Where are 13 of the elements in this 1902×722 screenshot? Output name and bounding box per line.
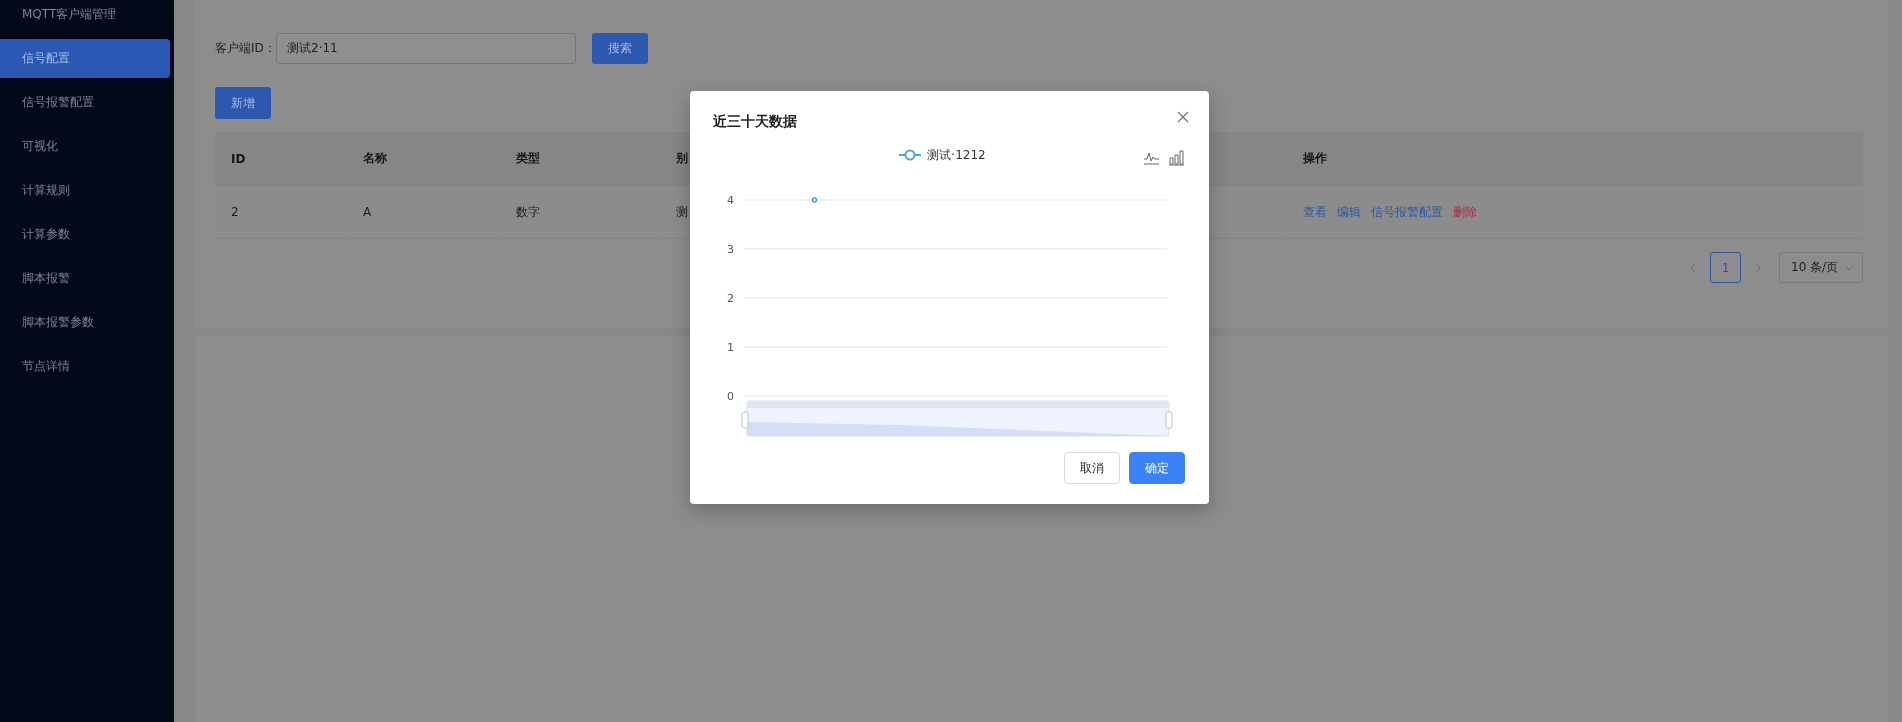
legend-label: 测试·1212 <box>927 146 986 164</box>
column-header: 名称 <box>347 132 500 186</box>
axis-label: 1 <box>727 341 734 354</box>
axis-label: 3 <box>727 243 734 256</box>
axis-label: 2 <box>727 292 734 305</box>
app-title: MQTT客户端管理 <box>21 6 118 23</box>
field-label: 客户端ID： <box>215 40 276 57</box>
column-header: ID <box>215 132 347 186</box>
axis-label: 0 <box>727 390 734 403</box>
dialog-title: 近三十天数据 <box>713 113 797 131</box>
column-header: 操作 <box>1287 132 1863 186</box>
column-header: 类型 <box>500 132 660 186</box>
axis-label: 4 <box>727 194 734 207</box>
